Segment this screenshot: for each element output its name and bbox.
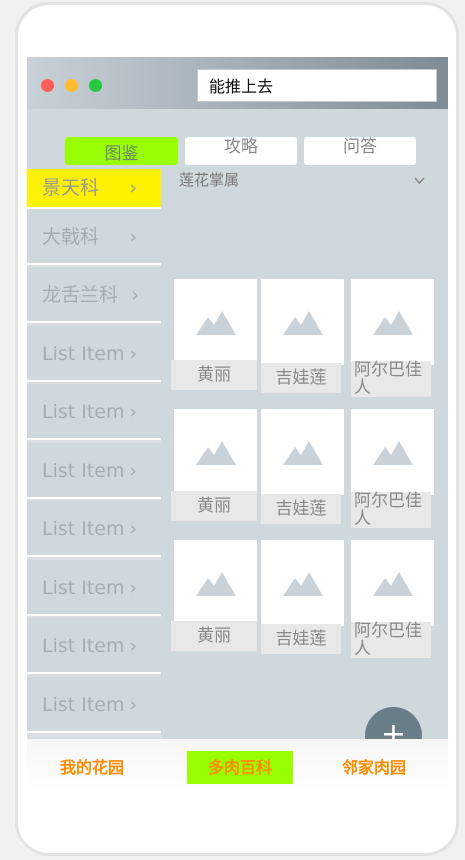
chevron-right-icon: › bbox=[129, 177, 137, 199]
chevron-right-icon: › bbox=[129, 694, 137, 716]
image-placeholder-icon bbox=[283, 441, 323, 465]
plant-image[interactable] bbox=[261, 409, 344, 495]
plant-image[interactable] bbox=[261, 279, 344, 365]
plant-image[interactable] bbox=[351, 409, 434, 495]
sidebar-item-list-item[interactable]: List Item › bbox=[27, 501, 161, 557]
category-sidebar: 景天科 › 大戟科 › 龙舌兰科 › List Item › List Item… bbox=[27, 169, 161, 739]
image-placeholder-icon bbox=[373, 441, 413, 465]
plant-name[interactable]: 吉娃莲 bbox=[261, 494, 341, 524]
tab-tujian[interactable]: 图鉴 bbox=[65, 137, 178, 165]
image-placeholder-icon bbox=[196, 572, 236, 596]
sidebar-item-dajike[interactable]: 大戟科 › bbox=[27, 209, 161, 265]
plant-name[interactable]: 吉娃莲 bbox=[261, 363, 341, 393]
plant-name[interactable]: 黄丽 bbox=[171, 360, 257, 390]
sidebar-item-label: List Item bbox=[42, 635, 125, 657]
chevron-right-icon: › bbox=[131, 284, 139, 306]
image-placeholder-icon bbox=[373, 311, 413, 335]
plant-name[interactable]: 黄丽 bbox=[171, 621, 257, 651]
app-screen: 能推上去 图鉴 攻略 问答 景天科 › 大戟科 › 龙舌兰科 › List It… bbox=[27, 57, 448, 809]
sidebar-item-label: List Item bbox=[42, 460, 125, 482]
chevron-down-icon[interactable] bbox=[414, 171, 425, 189]
chevron-right-icon: › bbox=[129, 226, 137, 248]
plant-image[interactable] bbox=[351, 540, 434, 626]
plant-name[interactable]: 黄丽 bbox=[171, 491, 257, 521]
plant-image[interactable] bbox=[174, 279, 257, 365]
sidebar-item-label: 大戟科 bbox=[42, 226, 100, 248]
tab-label: 图鉴 bbox=[104, 144, 139, 164]
close-window-dot[interactable] bbox=[41, 79, 54, 92]
chevron-right-icon: › bbox=[129, 460, 137, 482]
tab-label: 问答 bbox=[343, 137, 377, 157]
plant-image[interactable] bbox=[174, 409, 257, 495]
browser-titlebar: 能推上去 bbox=[27, 57, 448, 109]
sidebar-item-list-item[interactable]: List Item › bbox=[27, 326, 161, 382]
tab-gonglve[interactable]: 攻略 bbox=[185, 137, 297, 165]
chevron-right-icon: › bbox=[129, 401, 137, 423]
sidebar-item-list-item[interactable]: List Item › bbox=[27, 618, 161, 674]
minimize-window-dot[interactable] bbox=[65, 79, 78, 92]
plant-name[interactable]: 阿尔巴佳人 bbox=[351, 492, 431, 528]
url-input[interactable]: 能推上去 bbox=[197, 69, 437, 102]
plant-name[interactable]: 吉娃莲 bbox=[261, 624, 341, 654]
sidebar-item-label: 龙舌兰科 bbox=[42, 284, 119, 306]
plant-name[interactable]: 阿尔巴佳人 bbox=[351, 622, 431, 658]
bottom-nav: 我的花园 多肉百科 邻家肉园 bbox=[27, 739, 448, 809]
image-placeholder-icon bbox=[373, 572, 413, 596]
sidebar-item-list-item[interactable]: List Item › bbox=[27, 560, 161, 616]
image-placeholder-icon bbox=[196, 441, 236, 465]
sidebar-item-list-item[interactable]: List Item › bbox=[27, 384, 161, 440]
sidebar-item-list-item[interactable]: List Item › bbox=[27, 443, 161, 499]
sidebar-item-label: List Item bbox=[42, 694, 125, 716]
sidebar-item-label: List Item bbox=[42, 577, 125, 599]
chevron-right-icon: › bbox=[129, 518, 137, 540]
sidebar-item-label: List Item bbox=[42, 343, 125, 365]
sidebar-item-longshelanke[interactable]: 龙舌兰科 › bbox=[27, 267, 161, 323]
main-content: 图鉴 攻略 问答 景天科 › 大戟科 › 龙舌兰科 › List Item › bbox=[27, 109, 448, 764]
maximize-window-dot[interactable] bbox=[89, 79, 102, 92]
sidebar-item-jingtianke[interactable]: 景天科 › bbox=[27, 169, 161, 209]
nav-succulent-wiki[interactable]: 多肉百科 bbox=[187, 751, 293, 784]
genus-filter-label[interactable]: 莲花掌属 bbox=[179, 169, 239, 190]
tab-label: 攻略 bbox=[224, 137, 258, 157]
plant-name[interactable]: 阿尔巴佳人 bbox=[351, 361, 431, 397]
image-placeholder-icon bbox=[196, 311, 236, 335]
chevron-right-icon: › bbox=[129, 635, 137, 657]
plant-image[interactable] bbox=[261, 540, 344, 626]
nav-neighbor-garden[interactable]: 邻家肉园 bbox=[329, 751, 419, 784]
tab-wenda[interactable]: 问答 bbox=[304, 137, 416, 165]
image-placeholder-icon bbox=[283, 572, 323, 596]
image-placeholder-icon bbox=[283, 311, 323, 335]
sidebar-item-label: List Item bbox=[42, 401, 125, 423]
plant-image[interactable] bbox=[174, 540, 257, 626]
chevron-right-icon: › bbox=[129, 577, 137, 599]
chevron-right-icon: › bbox=[129, 343, 137, 365]
plant-image[interactable] bbox=[351, 279, 434, 365]
nav-my-garden[interactable]: 我的花园 bbox=[47, 751, 137, 784]
sidebar-item-label: 景天科 bbox=[42, 177, 100, 199]
sidebar-item-label: List Item bbox=[42, 518, 125, 540]
sidebar-item-list-item[interactable]: List Item › bbox=[27, 677, 161, 733]
